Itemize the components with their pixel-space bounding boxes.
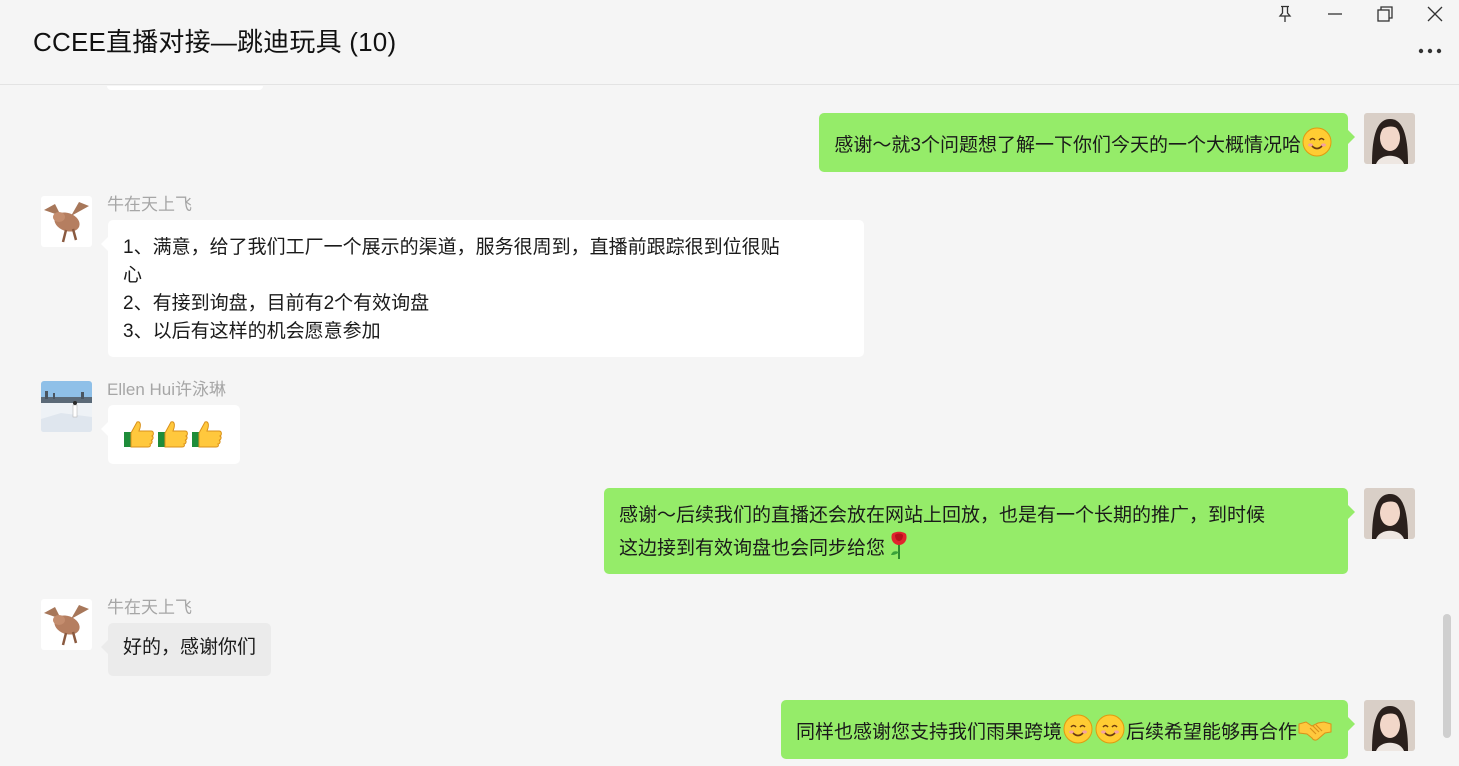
sender-name: Ellen Hui许泳琳 <box>107 380 227 399</box>
thumbs-up-emoji <box>123 419 155 458</box>
partial-message-bubble <box>107 86 263 90</box>
bubble-tail <box>1348 717 1355 731</box>
incoming-message-bubble[interactable]: 1、满意，给了我们工厂一个展示的渠道，服务很周到，直播前跟踪很到位很贴 心 2、… <box>101 220 864 357</box>
outgoing-message-bubble[interactable]: 感谢～后续我们的直播还会放在网站上回放，也是有一个长期的推广，到时候 这边接到有… <box>604 488 1355 574</box>
bubble-tail <box>1348 505 1355 519</box>
sender-avatar[interactable] <box>41 196 92 247</box>
message-text-line: 心 <box>123 265 143 286</box>
handshake-emoji <box>1298 714 1332 753</box>
sender-avatar[interactable] <box>41 381 92 432</box>
bubble-tail <box>101 422 108 436</box>
message-text-line: 感谢～后续我们的直播还会放在网站上回放，也是有一个长期的推广，到时候 <box>619 505 1266 526</box>
message-text: 同样也感谢您支持我们雨果跨境 后续希望能够再合作 <box>796 714 1333 753</box>
my-avatar[interactable] <box>1364 488 1415 539</box>
sender-name: 牛在天上飞 <box>107 195 192 214</box>
chat-window: CCEE直播对接—跳迪玩具 (10) 感谢～就3个问题想了解一下你们今天的一个大… <box>0 0 1459 766</box>
title-bar: CCEE直播对接—跳迪玩具 (10) <box>0 0 1459 85</box>
minimize-icon[interactable] <box>1312 0 1358 28</box>
sender-name: 牛在天上飞 <box>107 598 192 617</box>
outgoing-message-bubble[interactable]: 同样也感谢您支持我们雨果跨境 后续希望能够再合作 <box>780 700 1355 759</box>
message-text-line: 1、满意，给了我们工厂一个展示的渠道，服务很周到，直播前跟踪很到位很贴 <box>123 237 780 258</box>
pin-icon[interactable] <box>1262 0 1308 28</box>
incoming-message-bubble[interactable]: 好的，感谢你们 <box>101 623 272 676</box>
thumbs-up-emoji <box>191 419 223 458</box>
my-avatar[interactable] <box>1364 700 1415 751</box>
rose-emoji <box>886 530 912 569</box>
smile-emoji <box>1063 714 1093 753</box>
thumbs-up-emoji <box>157 419 189 458</box>
restore-icon[interactable] <box>1362 0 1408 28</box>
message-text-line: 2、有接到询盘，目前有2个有效询盘 <box>123 293 430 314</box>
outgoing-message-bubble[interactable]: 感谢～就3个问题想了解一下你们今天的一个大概情况哈 <box>819 113 1355 172</box>
message-text: 感谢～就3个问题想了解一下你们今天的一个大概情况哈 <box>834 127 1333 166</box>
my-avatar[interactable] <box>1364 113 1415 164</box>
message-list[interactable]: 感谢～就3个问题想了解一下你们今天的一个大概情况哈 牛在天上飞 1、满意，给了我… <box>0 86 1459 766</box>
smile-emoji <box>1302 127 1332 166</box>
incoming-message-bubble[interactable] <box>101 405 240 464</box>
message-emojis <box>122 419 226 458</box>
bubble-tail <box>1348 130 1355 144</box>
bubble-tail <box>101 640 108 654</box>
sender-avatar[interactable] <box>41 599 92 650</box>
message-text-line: 这边接到有效询盘也会同步给您 <box>619 530 1333 569</box>
message-text: 好的，感谢你们 <box>123 637 257 658</box>
more-dots-icon[interactable] <box>1415 40 1445 62</box>
bubble-tail <box>101 237 108 251</box>
chat-title: CCEE直播对接—跳迪玩具 (10) <box>33 27 397 57</box>
scrollbar-thumb[interactable] <box>1443 614 1451 738</box>
smile-emoji <box>1095 714 1125 753</box>
close-icon[interactable] <box>1412 0 1458 28</box>
message-text-line: 3、以后有这样的机会愿意参加 <box>123 321 381 342</box>
